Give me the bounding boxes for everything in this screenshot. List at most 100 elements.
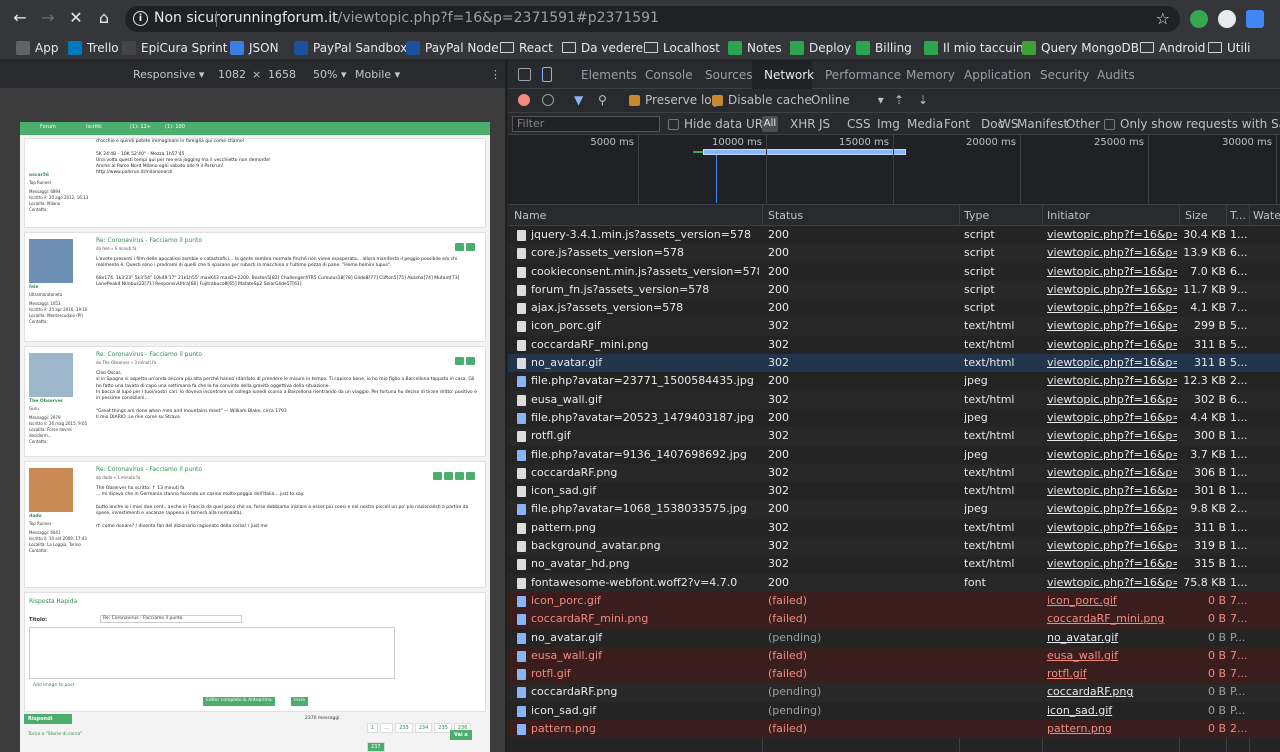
request-row[interactable]: icon_sad.gif (pending) icon_sad.gif 0 B P... (508, 701, 1280, 721)
tab-network[interactable]: Network (764, 68, 814, 82)
back-link[interactable]: Torna a "Storie di corsa" (28, 732, 82, 737)
tab-application[interactable]: Application (964, 68, 1031, 82)
url-text[interactable]: runningforum.it/viewtopic.php?f=16&p=237… (228, 10, 659, 26)
request-row[interactable]: no_avatar.gif (pending) no_avatar.gif 0 B P.… (508, 628, 1280, 647)
request-row[interactable]: no_avatar.gif 302 text/html viewtopic.php?f… (508, 354, 1280, 373)
bookmark-item[interactable]: Android (1140, 39, 1205, 57)
request-row[interactable]: file.php?avatar=9136_1407698692.jpg 200 jp… (508, 445, 1280, 464)
throttle-select[interactable]: Online ▾ (811, 93, 884, 107)
col-time[interactable]: T... (1230, 209, 1246, 222)
reply-button[interactable]: Rispondi (24, 714, 72, 724)
col-initiator[interactable]: Initiator (1047, 209, 1090, 222)
col-type[interactable]: Type (964, 209, 989, 222)
post-action-button[interactable] (466, 357, 475, 365)
request-row[interactable]: no_avatar_hd.png 302 text/html viewtopic.ph… (508, 555, 1280, 574)
request-row[interactable]: icon_sad.gif 302 text/html viewtopic.php?f=… (508, 482, 1280, 501)
message-textarea[interactable] (29, 627, 395, 679)
bookmark-item[interactable]: Il mio taccuino (924, 39, 1031, 57)
request-row[interactable]: rotfl.gif 302 text/html viewtopic.php?f=16&… (508, 427, 1280, 446)
filter-type-other[interactable]: Other (1066, 117, 1100, 131)
mode-select[interactable]: Mobile ▾ (355, 68, 400, 81)
record-icon[interactable] (518, 94, 530, 106)
add-image-link[interactable]: Add image to post (33, 683, 74, 688)
col-status[interactable]: Status (768, 209, 803, 222)
username[interactable]: fele (29, 285, 39, 290)
post-action-button[interactable] (466, 472, 475, 480)
export-har-icon[interactable]: ⇣ (918, 93, 928, 107)
request-initiator[interactable]: viewtopic.php?f=16&p=2... (1047, 338, 1177, 351)
bookmark-item[interactable]: Deploy (790, 39, 851, 57)
filter-type-css[interactable]: CSS (847, 117, 871, 131)
request-initiator[interactable]: rotfl.gif (1047, 667, 1177, 680)
request-row[interactable]: pattern.png 302 text/html viewtopic.php?f=1… (508, 518, 1280, 538)
nav-forum[interactable]: Forum (40, 124, 56, 130)
post-action-button[interactable] (444, 472, 453, 480)
tab-sources[interactable]: Sources (705, 68, 752, 82)
preserve-log-checkbox[interactable]: Preserve log (629, 93, 719, 107)
home-icon[interactable]: ⌂ (94, 8, 114, 28)
bookmark-item[interactable]: EpiCura Sprint (122, 39, 227, 57)
nav-messages[interactable]: (1): 100 (165, 124, 185, 130)
filter-type-font[interactable]: Font (944, 117, 970, 131)
tab-memory[interactable]: Memory (906, 68, 955, 82)
bookmark-item[interactable]: React (500, 39, 553, 57)
request-row[interactable]: cookieconsent.min.js?assets_version=578 2… (508, 262, 1280, 281)
filter-icon[interactable]: ▼ (574, 93, 583, 107)
request-initiator[interactable]: viewtopic.php?f=16&p=2... (1047, 356, 1177, 369)
request-initiator[interactable]: pattern.png (1047, 722, 1177, 735)
send-button[interactable]: Invia (291, 697, 308, 706)
request-initiator[interactable]: viewtopic.php?f=16&p=2... (1047, 448, 1177, 461)
request-initiator[interactable]: viewtopic.php?f=16&p=2... (1047, 521, 1177, 534)
request-row[interactable]: core.js?assets_version=578 200 script viewt… (508, 244, 1280, 263)
request-initiator[interactable]: viewtopic.php?f=16&p=2... (1047, 557, 1177, 570)
request-initiator[interactable]: viewtopic.php?f=16&p=2... (1047, 539, 1177, 552)
request-initiator[interactable]: viewtopic.php?f=16&p=2... (1047, 411, 1177, 424)
request-initiator[interactable]: viewtopic.php?f=16&p=2... (1047, 466, 1177, 479)
tab-console[interactable]: Console (645, 68, 693, 82)
bookmark-item[interactable]: App (16, 39, 58, 57)
device-select[interactable]: Responsive ▾ (133, 68, 204, 81)
post-action-button[interactable] (455, 472, 464, 480)
request-initiator[interactable]: viewtopic.php?f=16&p=2... (1047, 429, 1177, 442)
samesite-checkbox[interactable]: Only show requests with SameSite (1104, 117, 1280, 131)
request-initiator[interactable]: coccardaRF_mini.png (1047, 612, 1177, 625)
avatar[interactable] (29, 239, 73, 283)
filter-type-img[interactable]: Img (877, 117, 900, 131)
forward-icon[interactable]: → (38, 8, 58, 28)
request-row[interactable]: coccardaRF_mini.png (failed) coccardaRF_mi… (508, 610, 1280, 629)
request-row[interactable]: file.php?avatar=23771_1500584435.jpg 200 j… (508, 372, 1280, 391)
page-link[interactable]: 233 (395, 723, 413, 733)
filter-input[interactable]: Filter (512, 116, 660, 132)
request-row[interactable]: eusa_wall.gif 302 text/html viewtopic.php?f… (508, 390, 1280, 409)
request-initiator[interactable]: viewtopic.php?f=16&p=2... (1047, 484, 1177, 497)
request-row[interactable]: file.php?avatar=20523_1479403187.jpg 200 j… (508, 408, 1280, 428)
post-title[interactable]: Re: Coronavirus - Facciamo il punto (96, 466, 202, 473)
zoom-select[interactable]: 50% ▾ (313, 68, 346, 81)
request-initiator[interactable]: viewtopic.php?f=16&p=2... (1047, 228, 1177, 241)
request-row[interactable]: file.php?avatar=1068_1538033575.jpg 200 jp… (508, 500, 1280, 519)
title-input[interactable]: Re: Coronavirus - Facciamo il punto (100, 615, 242, 623)
post-title[interactable]: Re: Coronavirus - Facciamo il punto (96, 237, 202, 244)
more-options-icon[interactable]: ⋮ (490, 68, 501, 81)
post-action-button[interactable] (466, 243, 475, 251)
device-height[interactable]: 1658 (268, 68, 296, 81)
request-row[interactable]: icon_porc.gif 302 text/html viewtopic.php?f… (508, 317, 1280, 336)
bookmark-item[interactable]: Query MongoDB (1022, 39, 1139, 57)
post-action-button[interactable] (455, 357, 464, 365)
device-toolbar-icon[interactable] (542, 67, 552, 82)
filter-type-ws[interactable]: WS (999, 117, 1018, 131)
filter-type-xhr[interactable]: XHR (790, 117, 816, 131)
request-row[interactable]: coccardaRF.png 302 text/html viewtopic.php?… (508, 463, 1280, 483)
translate-icon[interactable] (1246, 10, 1264, 28)
request-initiator[interactable]: viewtopic.php?f=16&p=2... (1047, 502, 1177, 515)
request-initiator[interactable]: viewtopic.php?f=16&p=2... (1047, 246, 1177, 259)
bookmark-item[interactable]: JSON (230, 39, 279, 57)
request-initiator[interactable]: viewtopic.php?f=16&p=2... (1047, 319, 1177, 332)
bookmark-star-icon[interactable]: ☆ (1156, 9, 1170, 28)
filter-all[interactable]: All (762, 116, 778, 132)
request-row[interactable]: jquery-3.4.1.min.js?assets_version=578 20… (508, 226, 1280, 245)
request-initiator[interactable]: icon_sad.gif (1047, 704, 1177, 717)
request-initiator[interactable]: viewtopic.php?f=16&p=2... (1047, 374, 1177, 387)
request-row[interactable]: eusa_wall.gif (failed) eusa_wall.gif 0 B 7..… (508, 646, 1280, 666)
request-row[interactable]: coccardaRF_mini.png 302 text/html viewtopic… (508, 335, 1280, 355)
